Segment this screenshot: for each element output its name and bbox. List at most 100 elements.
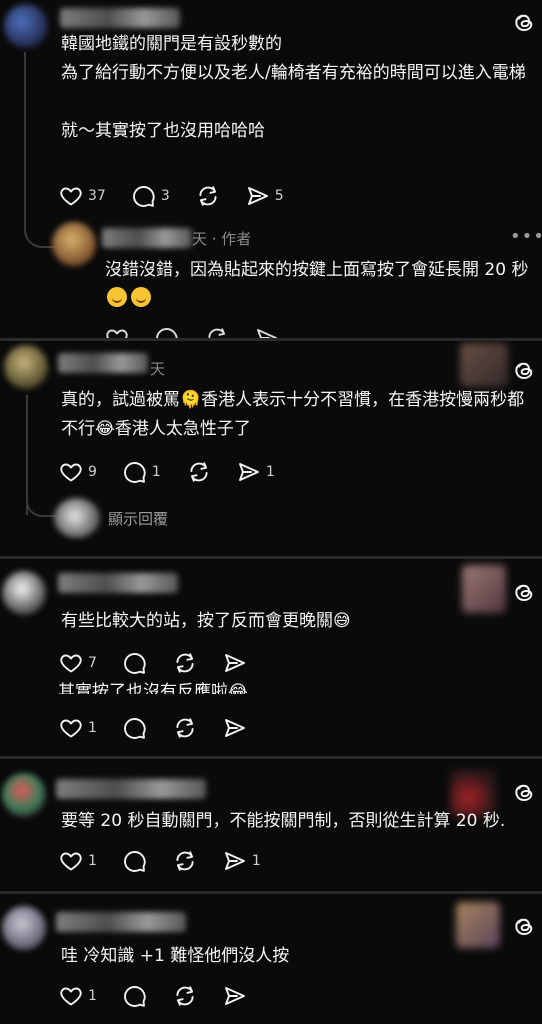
comment-text: 要等 20 秒自動關門，不能按關門制，否則從生計算 20 秒. <box>61 811 506 831</box>
threads-logo-icon[interactable] <box>512 780 536 804</box>
reply-text-body: 沒錯沒錯，因為貼起來的按鍵上面寫按了會延長開 20 秒 <box>105 260 529 280</box>
repost-icon <box>187 460 211 484</box>
overlap-mask <box>0 680 542 682</box>
like-button[interactable] <box>105 325 129 338</box>
share-button[interactable]: 5 <box>246 183 284 209</box>
reply-button[interactable] <box>123 715 147 741</box>
heart-icon <box>59 460 83 484</box>
share-count: 1 <box>265 464 275 480</box>
repost-button[interactable] <box>205 325 229 338</box>
reply-button[interactable] <box>155 325 179 338</box>
heart-icon <box>105 326 129 338</box>
repost-icon <box>205 326 229 338</box>
share-button[interactable] <box>255 325 279 338</box>
heart-icon <box>59 984 83 1008</box>
comment-card: 天 真的，試過被罵🫠香港人表示十分不習慣，在香港按慢兩秒都不行😂香港人太急性子了… <box>0 341 542 556</box>
threads-logo-icon[interactable] <box>512 358 536 382</box>
like-button[interactable]: 7 <box>59 650 97 676</box>
share-count: 5 <box>274 188 284 204</box>
send-icon <box>255 326 279 338</box>
send-icon <box>237 460 261 484</box>
like-button[interactable]: 37 <box>59 183 106 209</box>
comment-bubble-icon <box>123 651 147 675</box>
reply-button[interactable] <box>123 983 147 1009</box>
send-icon <box>223 651 247 675</box>
share-button[interactable] <box>223 983 247 1009</box>
like-button[interactable]: 1 <box>59 715 97 741</box>
reply-button[interactable] <box>123 848 147 874</box>
repost-icon <box>173 984 197 1008</box>
repost-icon <box>173 651 197 675</box>
comment-bubble-icon <box>123 984 147 1008</box>
username-blurred[interactable] <box>56 779 206 799</box>
clipped-reply-text: 其實按了也沒有反應啦😂 <box>58 682 248 694</box>
like-count: 9 <box>88 464 97 480</box>
heart-icon <box>59 184 83 208</box>
share-button[interactable]: 1 <box>237 459 275 485</box>
comment-bubble-icon <box>132 184 156 208</box>
action-bar-cut <box>105 325 305 338</box>
comment-bubble-icon <box>123 460 147 484</box>
comment-text: 韓國地鐵的關門是有設秒數的 為了給行動不方便以及老人/輪椅者有充裕的時間可以進入… <box>61 34 526 141</box>
timestamp: 天 <box>150 360 166 378</box>
more-options-icon[interactable]: ••• <box>510 226 542 247</box>
grinning-squinting-emoji-icon <box>131 287 151 307</box>
reply-button[interactable]: 3 <box>132 183 170 209</box>
heart-icon <box>59 651 83 675</box>
like-button[interactable]: 1 <box>59 848 97 874</box>
avatar[interactable] <box>4 4 48 48</box>
comment-text: 真的，試過被罵🫠香港人表示十分不習慣，在香港按慢兩秒都不行😂香港人太急性子了 <box>61 390 525 439</box>
avatar[interactable] <box>54 498 100 538</box>
username-blurred[interactable] <box>56 912 186 932</box>
share-button[interactable] <box>223 715 247 741</box>
repost-button[interactable] <box>196 183 220 209</box>
action-bar: 9 1 1 <box>59 459 301 485</box>
send-icon <box>223 716 247 740</box>
like-count: 1 <box>88 988 97 1004</box>
heart-icon <box>59 849 83 873</box>
attachment-thumbnail[interactable] <box>462 565 506 613</box>
like-button[interactable]: 1 <box>59 983 97 1009</box>
repost-button[interactable] <box>173 650 197 676</box>
threads-logo-icon[interactable] <box>512 580 536 604</box>
attachment-thumbnail[interactable] <box>460 343 508 387</box>
share-button[interactable] <box>223 650 247 676</box>
show-replies-link[interactable]: 顯示回覆 <box>108 508 168 529</box>
share-count: 1 <box>251 853 261 869</box>
avatar[interactable] <box>52 222 96 266</box>
comment-card: 要等 20 秒自動關門，不能按關門制，否則從生計算 20 秒. 1 1 <box>0 759 542 891</box>
repost-button[interactable] <box>187 459 211 485</box>
heart-icon <box>59 716 83 740</box>
like-button[interactable]: 9 <box>59 459 97 485</box>
repost-button[interactable] <box>173 715 197 741</box>
username-blurred[interactable] <box>102 228 192 248</box>
thread-connector-line <box>24 52 26 220</box>
action-bar: 37 3 5 <box>59 183 310 209</box>
username-blurred[interactable] <box>58 573 178 593</box>
username-blurred[interactable] <box>58 353 148 373</box>
comment-card: 韓國地鐵的關門是有設秒數的 為了給行動不方便以及老人/輪椅者有充裕的時間可以進入… <box>0 0 542 338</box>
repost-button[interactable] <box>173 983 197 1009</box>
action-bar: 1 <box>59 715 273 741</box>
avatar[interactable] <box>4 345 48 389</box>
like-count: 7 <box>88 655 97 671</box>
comment-text: 有些比較大的站，按了反而會更晚關😅 <box>61 611 351 631</box>
repost-icon <box>196 184 220 208</box>
share-button[interactable]: 1 <box>223 848 261 874</box>
avatar[interactable] <box>2 571 46 615</box>
avatar[interactable] <box>2 773 46 817</box>
reply-button[interactable] <box>123 650 147 676</box>
send-icon <box>223 849 247 873</box>
avatar[interactable] <box>2 906 46 950</box>
username-blurred[interactable] <box>60 8 180 28</box>
reply-count: 3 <box>160 188 170 204</box>
reply-button[interactable]: 1 <box>123 459 161 485</box>
thread-connector-curve <box>26 493 56 517</box>
repost-button[interactable] <box>173 848 197 874</box>
like-count: 37 <box>88 188 106 204</box>
repost-icon <box>173 716 197 740</box>
action-bar: 7 <box>59 650 273 676</box>
action-bar: 1 <box>59 983 273 1009</box>
threads-logo-icon[interactable] <box>512 914 536 938</box>
action-bar: 1 1 <box>59 848 287 874</box>
